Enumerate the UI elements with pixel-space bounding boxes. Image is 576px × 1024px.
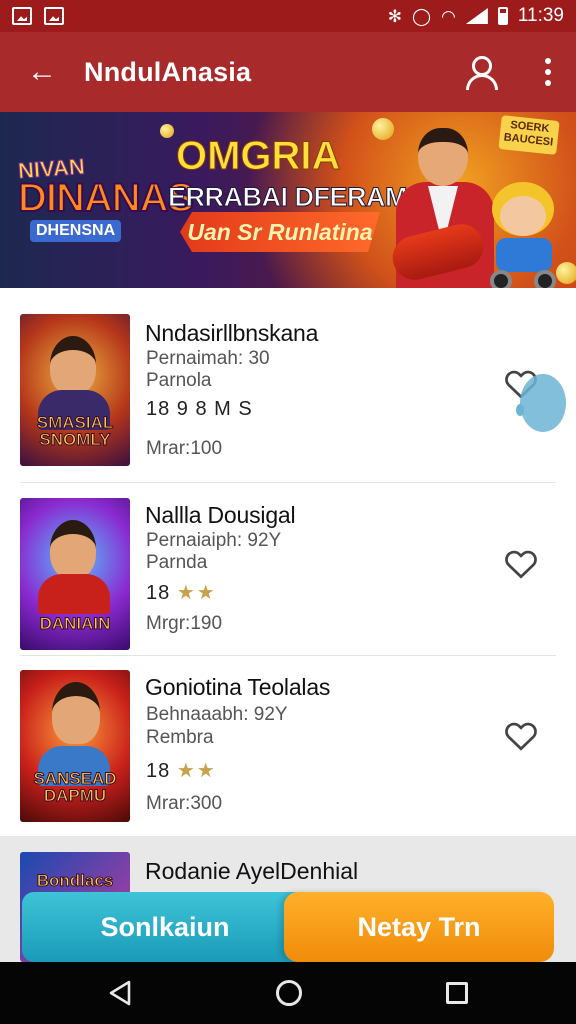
banner-ribbon: Uan Sr Runlatina bbox=[180, 212, 380, 252]
account-button[interactable] bbox=[464, 54, 500, 90]
banner-headline: OMGRIA bbox=[175, 134, 341, 179]
arrow-left-icon: ← bbox=[27, 55, 57, 88]
status-bar: ✻ ◯ ◠ 11:39 bbox=[0, 0, 576, 32]
banner-badge: SOERK BAUCESI bbox=[498, 115, 560, 155]
page-title: NndulAnasia bbox=[84, 56, 252, 87]
item-title: Rodanie AyelDenhial bbox=[145, 858, 359, 884]
heart-outline-icon bbox=[505, 722, 537, 751]
favorite-button[interactable] bbox=[503, 546, 539, 582]
nav-back-button[interactable] bbox=[108, 980, 132, 1006]
item-title: Nndasirllbnskana bbox=[145, 320, 319, 346]
star-rating-icon: ★★ bbox=[176, 582, 217, 604]
item-meta: Parnda bbox=[146, 552, 208, 573]
left-action-button[interactable]: Sonlkaiun bbox=[22, 892, 308, 962]
nav-back-icon bbox=[109, 980, 131, 1006]
promo-banner[interactable]: NIVAN DINANAS DHENSNA OMGRIA ERRABAI DFE… bbox=[0, 112, 576, 288]
signal-icon bbox=[465, 8, 488, 24]
back-button[interactable]: ← bbox=[0, 32, 84, 112]
item-meta: Pernaiaiph: 92Y bbox=[146, 530, 282, 551]
item-meta: Pernaimah: 30 bbox=[146, 348, 270, 369]
item-price: Mrar:100 bbox=[146, 438, 223, 459]
favorite-button[interactable] bbox=[503, 718, 539, 754]
item-price: Mrar:300 bbox=[146, 793, 223, 814]
item-rating: 18 9 8 M S bbox=[146, 398, 253, 420]
user-icon bbox=[472, 56, 492, 76]
item-meta: Parnola bbox=[146, 370, 212, 391]
item-rating: 18 ★★ bbox=[146, 582, 217, 604]
app-bar: ← NndulAnasia bbox=[0, 32, 576, 112]
gallery-icon bbox=[44, 7, 64, 25]
coin-decoration bbox=[372, 118, 394, 140]
more-vertical-icon bbox=[545, 58, 551, 64]
heart-outline-icon bbox=[505, 550, 537, 579]
status-time: 11:39 bbox=[517, 5, 564, 26]
item-rating: 18 ★★ bbox=[146, 760, 217, 782]
nav-home-button[interactable] bbox=[276, 980, 302, 1006]
bluetooth-icon: ✻ bbox=[387, 6, 402, 26]
item-meta: Behnaaabh: 92Y bbox=[146, 704, 288, 725]
game-cover: SMASIAL SNOMLY bbox=[20, 314, 130, 466]
star-rating-icon: ★★ bbox=[176, 760, 217, 782]
item-meta: Rembra bbox=[146, 727, 214, 748]
divider bbox=[20, 482, 556, 483]
battery-icon bbox=[497, 7, 508, 25]
item-title: Nallla Dousigal bbox=[145, 502, 296, 528]
coin-decoration bbox=[160, 124, 174, 138]
system-nav-bar bbox=[0, 962, 576, 1024]
item-title: Goniotina Teolalas bbox=[145, 674, 331, 700]
kid-character bbox=[486, 182, 560, 288]
game-cover: DANIAIN bbox=[20, 498, 130, 650]
more-options-button[interactable] bbox=[544, 58, 552, 86]
item-price: Mrgr:190 bbox=[146, 613, 223, 634]
game-logo: NIVAN DINANAS DHENSNA bbox=[17, 153, 195, 256]
alarm-icon: ◯ bbox=[411, 6, 432, 26]
game-cover: SANSEAD DAPMU bbox=[20, 670, 130, 822]
divider bbox=[20, 655, 556, 656]
image-icon bbox=[12, 7, 32, 25]
decorative-blob bbox=[520, 374, 566, 432]
right-action-button[interactable]: Netay Trn bbox=[284, 892, 554, 962]
nav-recents-button[interactable] bbox=[446, 982, 468, 1004]
wifi-icon: ◠ bbox=[441, 6, 456, 26]
